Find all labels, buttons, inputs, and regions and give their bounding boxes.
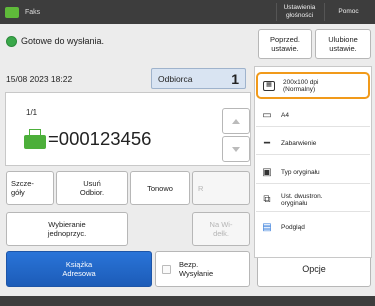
status-text: Gotowe do wysłania. — [21, 36, 105, 46]
tone-button[interactable]: Tonowo — [130, 171, 190, 205]
preview-setting[interactable]: ▤ Podgląd — [256, 216, 370, 238]
onetouch-dial-button[interactable]: Wybieranie jednoprzyc. — [6, 212, 128, 246]
fax-number-entry[interactable]: =000123456 — [24, 128, 151, 150]
bottom-bar — [0, 296, 375, 306]
ready-status-icon — [6, 35, 17, 47]
status-bar: Gotowe do wysłania. — [6, 33, 186, 49]
on-hook-button[interactable]: Na Wi- dełk. — [192, 212, 250, 246]
details-button[interactable]: Szcze- góły — [6, 171, 54, 205]
saved-settings-button[interactable]: Ulubione ustawie. — [315, 29, 371, 59]
paper-size-setting[interactable]: ▭ A4 — [256, 105, 370, 127]
volume-settings-button[interactable]: Ustawienia głośności — [276, 3, 322, 21]
original-type-setting[interactable]: ▣ Typ oryginału — [256, 162, 370, 184]
density-setting[interactable]: ━ Zabarwienie — [256, 133, 370, 155]
previous-settings-button[interactable]: Poprzed. ustawie. — [258, 29, 312, 59]
direct-send-label: Bezp. Wysyłanie — [179, 260, 214, 278]
delete-recipient-button[interactable]: Usuń Odbior. — [56, 171, 128, 205]
resolution-label: 200x100 dpi (Normalny) — [283, 78, 319, 93]
page-indicator: 1/1 — [26, 108, 38, 117]
original-type-icon: ▣ — [262, 167, 272, 178]
scroll-down-button[interactable] — [222, 136, 250, 162]
direct-send-checkbox-icon — [162, 264, 171, 274]
fax-number-text: =000123456 — [48, 128, 152, 149]
density-label: Zabarwienie — [281, 140, 317, 147]
fax-icon — [5, 6, 19, 18]
two-sided-label: Ust. dwustron. oryginału — [281, 192, 323, 207]
fax-app-label: Faks — [25, 8, 41, 16]
recipient-tab-label: Odbiorca — [158, 73, 193, 84]
preview-icon: ▤ — [262, 221, 272, 233]
resolution-icon: ▦ — [263, 80, 275, 91]
address-book-button[interactable]: Książka Adresowa — [6, 251, 152, 287]
datetime: 15/08 2023 18:22 — [6, 74, 73, 84]
paper-size-icon: ▭ — [262, 110, 272, 121]
preview-label: Podgląd — [281, 223, 305, 231]
paper-size-label: A4 — [281, 112, 289, 119]
two-sided-setting[interactable]: ⧉ Ust. dwustron. oryginału — [256, 188, 370, 212]
help-button[interactable]: Pomoc — [324, 3, 372, 21]
original-type-label: Typ oryginału — [281, 169, 320, 176]
chevron-down-icon — [232, 146, 240, 152]
fax-machine-icon — [24, 129, 46, 149]
resolution-setting[interactable]: ▦ 200x100 dpi (Normalny) — [256, 72, 370, 99]
recipient-tab[interactable]: Odbiorca 1 — [151, 68, 246, 89]
density-icon: ━ — [263, 138, 271, 149]
fax-app-tab[interactable]: Faks — [5, 3, 65, 21]
direct-send-button[interactable]: Bezp. Wysyłanie — [155, 251, 250, 287]
two-sided-icon: ⧉ — [263, 194, 271, 205]
r-button[interactable]: R — [192, 171, 250, 205]
chevron-up-icon — [232, 118, 240, 124]
recipient-count: 1 — [231, 70, 239, 87]
scroll-up-button[interactable] — [222, 108, 250, 134]
